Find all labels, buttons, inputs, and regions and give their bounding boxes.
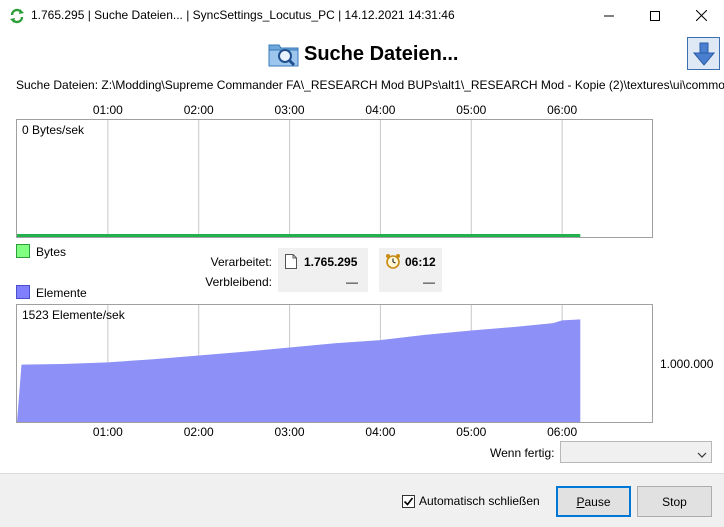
page-title: Suche Dateien... [304, 43, 459, 65]
elements-legend-swatch [16, 285, 30, 299]
chevron-down-icon [697, 448, 707, 462]
folder-search-icon [268, 40, 300, 68]
timeline-tick-label: 03:00 [274, 425, 305, 439]
when-finished-select[interactable] [560, 441, 712, 463]
elements-legend-label: Elemente [36, 286, 87, 300]
files-processed-value: 1.765.295 [304, 255, 358, 269]
sync-app-icon [9, 8, 25, 24]
close-icon [695, 10, 707, 21]
bytes-legend-label: Bytes [36, 245, 67, 259]
current-path-status: Suche Dateien: Z:\Modding\Supreme Comman… [16, 78, 724, 92]
elements-series-area [17, 319, 581, 422]
elements-rate-label: 1523 Elemente/sek [22, 308, 125, 322]
pause-button[interactable]: Pause [556, 486, 631, 517]
time-stat-box: 06:12 — [379, 248, 442, 292]
timeline-tick-label: 06:00 [547, 425, 578, 439]
timeline-tick-label: 05:00 [456, 103, 487, 117]
stop-button-label: Stop [662, 494, 687, 509]
processed-label: Verarbeitet: [210, 255, 272, 269]
bytes-legend-swatch [16, 244, 30, 258]
bytes-rate-label: 0 Bytes/sek [22, 123, 85, 137]
files-remaining-value: — [346, 275, 358, 289]
minimize-icon [604, 15, 614, 16]
files-stat-box: 1.765.295 — [278, 248, 368, 292]
timeline-tick-label: 01:00 [92, 425, 123, 439]
elements-y-tick-label: 1.000.000 [660, 357, 714, 371]
timeline-tick-label: 03:00 [274, 103, 305, 117]
arrow-down-icon [692, 42, 715, 66]
timeline-bottom: 01:00 02:00 03:00 04:00 05:00 06:00 [17, 425, 653, 439]
stop-button[interactable]: Stop [637, 486, 712, 517]
bytes-graph-plot [17, 120, 581, 237]
file-icon [285, 254, 297, 269]
check-icon [403, 497, 414, 506]
when-finished-label: Wenn fertig: [490, 446, 555, 460]
timeline-tick-label: 05:00 [456, 425, 487, 439]
maximize-button[interactable] [632, 0, 678, 31]
timeline-tick-label: 01:00 [92, 103, 123, 117]
auto-close-checkbox[interactable] [402, 495, 415, 508]
window-title: 1.765.295 | Suche Dateien... | SyncSetti… [31, 8, 455, 22]
footer-bar: Automatisch schließen Pause Stop [0, 473, 724, 527]
timeline-tick-label: 02:00 [183, 103, 214, 117]
timeline-tick-label: 02:00 [183, 425, 214, 439]
maximize-icon [650, 10, 660, 21]
alarm-clock-icon [385, 253, 401, 269]
time-elapsed-value: 06:12 [405, 255, 436, 269]
timeline-tick-label: 04:00 [365, 103, 396, 117]
pause-button-label: Pause [576, 494, 611, 509]
title-bar[interactable]: 1.765.295 | Suche Dateien... | SyncSetti… [0, 0, 724, 31]
minimize-button[interactable] [586, 0, 632, 31]
auto-close-label[interactable]: Automatisch schließen [419, 494, 540, 508]
elements-graph-plot [17, 305, 581, 422]
collapse-button[interactable] [687, 37, 720, 70]
elements-graph: 1523 Elemente/sek [16, 304, 653, 423]
remaining-label: Verbleibend: [205, 275, 272, 289]
bytes-graph: 0 Bytes/sek [16, 119, 653, 238]
timeline-tick-label: 06:00 [547, 103, 578, 117]
time-remaining-value: — [423, 275, 435, 289]
timeline-top: 01:00 02:00 03:00 04:00 05:00 06:00 [17, 103, 653, 117]
close-button[interactable] [678, 0, 724, 31]
timeline-tick-label: 04:00 [365, 425, 396, 439]
